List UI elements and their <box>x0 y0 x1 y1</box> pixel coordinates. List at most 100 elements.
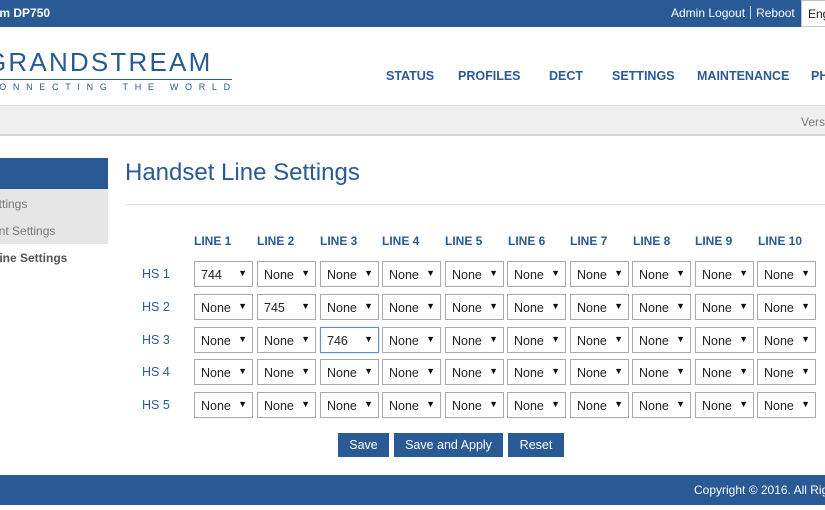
chevron-down-icon: ▼ <box>489 301 498 311</box>
column-header-line-6: LINE 6 <box>508 234 546 248</box>
language-select[interactable]: Eng <box>801 0 825 27</box>
line-select-hs5-line5[interactable]: None ▼ <box>445 392 504 418</box>
chevron-down-icon: ▼ <box>801 366 810 376</box>
line-select-hs5-line4[interactable]: None ▼ <box>382 392 441 418</box>
line-select-hs5-line3[interactable]: None ▼ <box>320 392 379 418</box>
chevron-down-icon: ▼ <box>614 366 623 376</box>
line-select-hs4-line2[interactable]: None ▼ <box>257 359 316 385</box>
chevron-down-icon: ▼ <box>551 366 560 376</box>
line-select-hs2-line9[interactable]: None ▼ <box>695 294 754 320</box>
nav-profiles[interactable]: PROFILES <box>458 69 521 83</box>
select-value: None <box>702 268 732 282</box>
line-select-hs2-line3[interactable]: None ▼ <box>320 294 379 320</box>
chevron-down-icon: ▼ <box>801 268 810 278</box>
chevron-down-icon: ▼ <box>238 301 247 311</box>
line-select-hs5-line9[interactable]: None ▼ <box>695 392 754 418</box>
column-header-line-4: LINE 4 <box>382 234 420 248</box>
line-select-hs4-line10[interactable]: None ▼ <box>757 359 816 385</box>
select-value: None <box>702 366 732 380</box>
line-select-hs3-line9[interactable]: None ▼ <box>695 327 754 353</box>
line-select-hs1-line5[interactable]: None ▼ <box>445 261 504 287</box>
line-select-hs3-line7[interactable]: None ▼ <box>570 327 629 353</box>
select-value: None <box>452 268 482 282</box>
save-button[interactable]: Save <box>338 433 389 457</box>
line-select-hs2-line4[interactable]: None ▼ <box>382 294 441 320</box>
chevron-down-icon: ▼ <box>739 268 748 278</box>
line-select-hs4-line8[interactable]: None ▼ <box>632 359 691 385</box>
line-select-hs1-line6[interactable]: None ▼ <box>507 261 566 287</box>
line-select-hs1-line7[interactable]: None ▼ <box>570 261 629 287</box>
line-select-hs3-line10[interactable]: None ▼ <box>757 327 816 353</box>
line-select-hs2-line8[interactable]: None ▼ <box>632 294 691 320</box>
chevron-down-icon: ▼ <box>739 399 748 409</box>
nav-status[interactable]: STATUS <box>386 69 434 83</box>
select-value: None <box>389 366 419 380</box>
admin-logout-link[interactable]: Admin Logout <box>671 6 745 20</box>
line-select-hs5-line7[interactable]: None ▼ <box>570 392 629 418</box>
reboot-link[interactable]: Reboot <box>756 6 795 20</box>
select-value: None <box>764 399 794 413</box>
line-select-hs5-line6[interactable]: None ▼ <box>507 392 566 418</box>
line-select-hs4-line3[interactable]: None ▼ <box>320 359 379 385</box>
line-select-hs2-line7[interactable]: None ▼ <box>570 294 629 320</box>
select-value: None <box>264 268 294 282</box>
line-select-hs4-line1[interactable]: None ▼ <box>194 359 253 385</box>
select-value: 745 <box>264 301 285 315</box>
select-value: None <box>452 334 482 348</box>
select-value: None <box>577 268 607 282</box>
select-value: None <box>639 301 669 315</box>
line-select-hs3-line6[interactable]: None ▼ <box>507 327 566 353</box>
select-value: None <box>452 366 482 380</box>
line-select-hs2-line10[interactable]: None ▼ <box>757 294 816 320</box>
line-select-hs3-line2[interactable]: None ▼ <box>257 327 316 353</box>
chevron-down-icon: ▼ <box>426 268 435 278</box>
column-header-line-7: LINE 7 <box>570 234 608 248</box>
chevron-down-icon: ▼ <box>676 268 685 278</box>
chevron-down-icon: ▼ <box>238 366 247 376</box>
sub-bar: Vers <box>0 105 825 136</box>
chevron-down-icon: ▼ <box>676 301 685 311</box>
chevron-down-icon: ▼ <box>426 399 435 409</box>
nav-settings[interactable]: SETTINGS <box>612 69 675 83</box>
save-and-apply-button[interactable]: Save and Apply <box>394 433 503 457</box>
row-label-hs-2: HS 2 <box>142 300 170 314</box>
line-select-hs1-line9[interactable]: None ▼ <box>695 261 754 287</box>
sidebar-item-settings[interactable]: ettings <box>0 197 27 211</box>
select-value: None <box>577 301 607 315</box>
line-select-hs5-line1[interactable]: None ▼ <box>194 392 253 418</box>
line-select-hs3-line3[interactable]: 746 ▼ <box>320 327 379 353</box>
select-value: None <box>577 334 607 348</box>
line-select-hs1-line4[interactable]: None ▼ <box>382 261 441 287</box>
line-select-hs4-line5[interactable]: None ▼ <box>445 359 504 385</box>
nav-phonebook[interactable]: PH <box>811 69 825 83</box>
line-select-hs4-line7[interactable]: None ▼ <box>570 359 629 385</box>
line-select-hs2-line5[interactable]: None ▼ <box>445 294 504 320</box>
line-select-hs1-line3[interactable]: None ▼ <box>320 261 379 287</box>
line-select-hs3-line1[interactable]: None ▼ <box>194 327 253 353</box>
line-select-hs3-line8[interactable]: None ▼ <box>632 327 691 353</box>
line-select-hs4-line6[interactable]: None ▼ <box>507 359 566 385</box>
reset-button[interactable]: Reset <box>508 433 564 457</box>
sidebar-item-account-settings[interactable]: unt Settings <box>0 224 55 238</box>
line-select-hs4-line9[interactable]: None ▼ <box>695 359 754 385</box>
chevron-down-icon: ▼ <box>551 268 560 278</box>
line-select-hs5-line2[interactable]: None ▼ <box>257 392 316 418</box>
select-value: None <box>514 301 544 315</box>
line-select-hs1-line1[interactable]: 744 ▼ <box>194 261 253 287</box>
line-select-hs2-line2[interactable]: 745 ▼ <box>257 294 316 320</box>
line-select-hs1-line8[interactable]: None ▼ <box>632 261 691 287</box>
nav-dect[interactable]: DECT <box>549 69 583 83</box>
line-select-hs2-line1[interactable]: None ▼ <box>194 294 253 320</box>
column-header-line-9: LINE 9 <box>695 234 733 248</box>
line-select-hs3-line5[interactable]: None ▼ <box>445 327 504 353</box>
line-select-hs5-line8[interactable]: None ▼ <box>632 392 691 418</box>
line-select-hs5-line10[interactable]: None ▼ <box>757 392 816 418</box>
chevron-down-icon: ▼ <box>301 366 310 376</box>
line-select-hs1-line2[interactable]: None ▼ <box>257 261 316 287</box>
line-select-hs2-line6[interactable]: None ▼ <box>507 294 566 320</box>
nav-maintenance[interactable]: MAINTENANCE <box>697 69 789 83</box>
line-select-hs4-line4[interactable]: None ▼ <box>382 359 441 385</box>
line-select-hs1-line10[interactable]: None ▼ <box>757 261 816 287</box>
line-select-hs3-line4[interactable]: None ▼ <box>382 327 441 353</box>
sidebar-item-line-settings[interactable]: Line Settings <box>0 251 67 265</box>
